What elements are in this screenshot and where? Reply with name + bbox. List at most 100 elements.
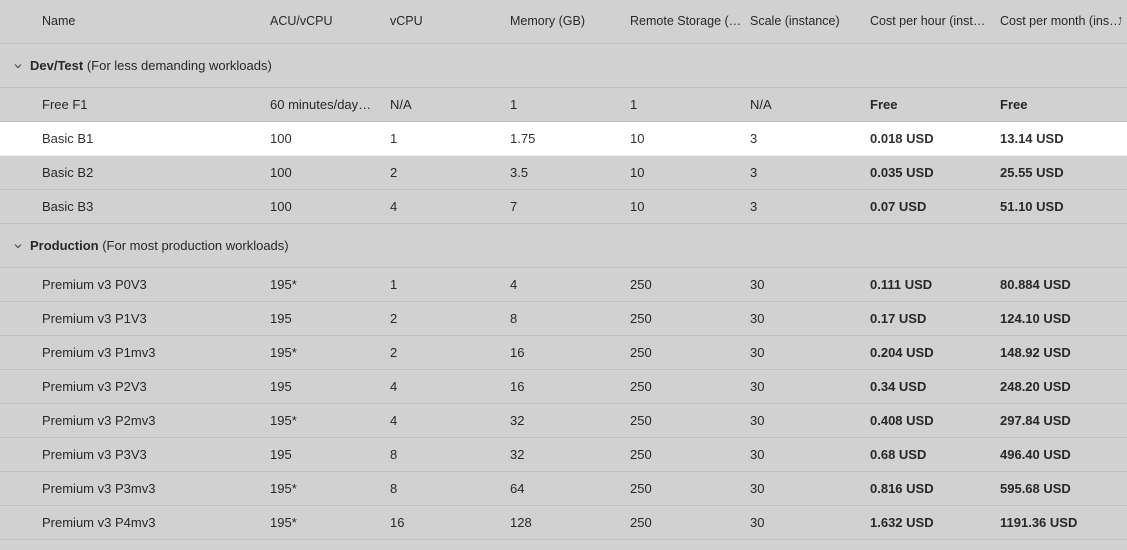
cell-cost-month: 124.10 USD bbox=[1000, 311, 1127, 326]
cell-scale: 30 bbox=[750, 515, 870, 530]
cell-memory: 1 bbox=[510, 97, 630, 112]
cell-cost-hour: 0.68 USD bbox=[870, 447, 1000, 462]
pricing-table: Name ACU/vCPU vCPU Memory (GB) Remote St… bbox=[0, 0, 1127, 550]
cell-storage: 1 bbox=[630, 97, 750, 112]
cell-memory: 64 bbox=[510, 481, 630, 496]
cell-storage: 250 bbox=[630, 345, 750, 360]
cell-name: Basic B3 bbox=[30, 199, 270, 214]
cell-name: Free F1 bbox=[30, 97, 270, 112]
table-row[interactable]: Premium v3 P0V3195*14250300.111 USD80.88… bbox=[0, 268, 1127, 302]
cell-name: Premium v3 P2V3 bbox=[30, 379, 270, 394]
cell-scale: 30 bbox=[750, 413, 870, 428]
column-header-acu[interactable]: ACU/vCPU bbox=[270, 14, 390, 29]
cell-storage: 10 bbox=[630, 131, 750, 146]
cell-vcpu: 2 bbox=[390, 311, 510, 326]
cell-cost-hour: 0.018 USD bbox=[870, 131, 1000, 146]
table-row[interactable]: Basic B110011.751030.018 USD13.14 USD bbox=[0, 122, 1127, 156]
cell-cost-month: 51.10 USD bbox=[1000, 199, 1127, 214]
cell-storage: 250 bbox=[630, 379, 750, 394]
cell-cost-month: 148.92 USD bbox=[1000, 345, 1127, 360]
table-row[interactable]: Premium v3 P2V3195416250300.34 USD248.20… bbox=[0, 370, 1127, 404]
cell-acu: 195* bbox=[270, 345, 390, 360]
cell-cost-month: 13.14 USD bbox=[1000, 131, 1127, 146]
cell-memory: 32 bbox=[510, 447, 630, 462]
cell-cost-month: 80.884 USD bbox=[1000, 277, 1127, 292]
cell-scale: 30 bbox=[750, 379, 870, 394]
cell-vcpu: 4 bbox=[390, 199, 510, 214]
cell-scale: 3 bbox=[750, 131, 870, 146]
cell-storage: 10 bbox=[630, 165, 750, 180]
cell-acu: 60 minutes/day… bbox=[270, 97, 390, 112]
column-header-row: Name ACU/vCPU vCPU Memory (GB) Remote St… bbox=[0, 0, 1127, 44]
cell-storage: 250 bbox=[630, 311, 750, 326]
cell-vcpu: 1 bbox=[390, 131, 510, 146]
cell-acu: 100 bbox=[270, 165, 390, 180]
cell-memory: 32 bbox=[510, 413, 630, 428]
table-row[interactable]: Premium v3 P3V3195832250300.68 USD496.40… bbox=[0, 438, 1127, 472]
cell-cost-hour: 0.34 USD bbox=[870, 379, 1000, 394]
group-title: Dev/Test bbox=[30, 58, 83, 73]
cell-vcpu: N/A bbox=[390, 97, 510, 112]
cell-cost-hour: 0.111 USD bbox=[870, 277, 1000, 292]
group-header[interactable]: Dev/Test (For less demanding workloads) bbox=[0, 44, 1127, 88]
cell-memory: 4 bbox=[510, 277, 630, 292]
table-row[interactable]: Premium v3 P2mv3195*432250300.408 USD297… bbox=[0, 404, 1127, 438]
sort-indicator-icon: ↑ bbox=[1118, 14, 1124, 26]
cell-vcpu: 2 bbox=[390, 345, 510, 360]
cell-scale: 30 bbox=[750, 311, 870, 326]
cell-cost-month: 595.68 USD bbox=[1000, 481, 1127, 496]
cell-name: Basic B1 bbox=[30, 131, 270, 146]
cell-name: Premium v3 P1V3 bbox=[30, 311, 270, 326]
cell-storage: 250 bbox=[630, 481, 750, 496]
cell-name: Premium v3 P3V3 bbox=[30, 447, 270, 462]
cell-memory: 16 bbox=[510, 345, 630, 360]
group-subtitle: (For less demanding workloads) bbox=[83, 58, 272, 73]
cell-storage: 250 bbox=[630, 515, 750, 530]
cell-acu: 195* bbox=[270, 481, 390, 496]
column-header-name[interactable]: Name bbox=[30, 14, 270, 29]
table-row[interactable]: Premium v3 P1mv3195*216250300.204 USD148… bbox=[0, 336, 1127, 370]
column-header-scale[interactable]: Scale (instance) bbox=[750, 14, 870, 29]
table-row[interactable]: Premium v3 P1V319528250300.17 USD124.10 … bbox=[0, 302, 1127, 336]
table-row[interactable]: Free F160 minutes/day…N/A11N/AFreeFree bbox=[0, 88, 1127, 122]
column-header-remote-storage[interactable]: Remote Storage (GB) bbox=[630, 14, 750, 29]
cell-cost-hour: 0.816 USD bbox=[870, 481, 1000, 496]
table-row[interactable]: Basic B210023.51030.035 USD25.55 USD bbox=[0, 156, 1127, 190]
cell-storage: 250 bbox=[630, 447, 750, 462]
cell-scale: 30 bbox=[750, 277, 870, 292]
column-header-memory[interactable]: Memory (GB) bbox=[510, 14, 630, 29]
table-row[interactable]: Premium v3 P5mv3195*32256250303.264 USD2… bbox=[0, 540, 1127, 550]
cell-cost-month: 496.40 USD bbox=[1000, 447, 1127, 462]
cell-scale: 30 bbox=[750, 345, 870, 360]
cell-vcpu: 4 bbox=[390, 413, 510, 428]
table-row[interactable]: Premium v3 P4mv3195*16128250301.632 USD1… bbox=[0, 506, 1127, 540]
cell-name: Premium v3 P0V3 bbox=[30, 277, 270, 292]
cell-name: Basic B2 bbox=[30, 165, 270, 180]
cell-acu: 195* bbox=[270, 277, 390, 292]
cell-acu: 100 bbox=[270, 131, 390, 146]
cell-storage: 250 bbox=[630, 277, 750, 292]
cell-cost-hour: Free bbox=[870, 97, 1000, 112]
cell-scale: 3 bbox=[750, 199, 870, 214]
column-header-vcpu[interactable]: vCPU bbox=[390, 14, 510, 29]
table-row[interactable]: Premium v3 P3mv3195*864250300.816 USD595… bbox=[0, 472, 1127, 506]
cell-vcpu: 2 bbox=[390, 165, 510, 180]
cell-memory: 8 bbox=[510, 311, 630, 326]
table-row[interactable]: Basic B3100471030.07 USD51.10 USD bbox=[0, 190, 1127, 224]
group-header[interactable]: Production (For most production workload… bbox=[0, 224, 1127, 268]
column-header-cost-month[interactable]: Cost per month (instance) bbox=[1000, 14, 1127, 29]
cell-name: Premium v3 P4mv3 bbox=[30, 515, 270, 530]
cell-cost-hour: 0.204 USD bbox=[870, 345, 1000, 360]
column-header-cost-hour[interactable]: Cost per hour (instance) bbox=[870, 14, 1000, 29]
cell-cost-hour: 1.632 USD bbox=[870, 515, 1000, 530]
cell-acu: 195* bbox=[270, 515, 390, 530]
cell-acu: 100 bbox=[270, 199, 390, 214]
cell-cost-month: 248.20 USD bbox=[1000, 379, 1127, 394]
cell-name: Premium v3 P3mv3 bbox=[30, 481, 270, 496]
cell-cost-hour: 0.07 USD bbox=[870, 199, 1000, 214]
cell-scale: 3 bbox=[750, 165, 870, 180]
cell-cost-hour: 0.408 USD bbox=[870, 413, 1000, 428]
cell-vcpu: 1 bbox=[390, 277, 510, 292]
cell-scale: 30 bbox=[750, 447, 870, 462]
chevron-down-icon bbox=[6, 240, 24, 252]
